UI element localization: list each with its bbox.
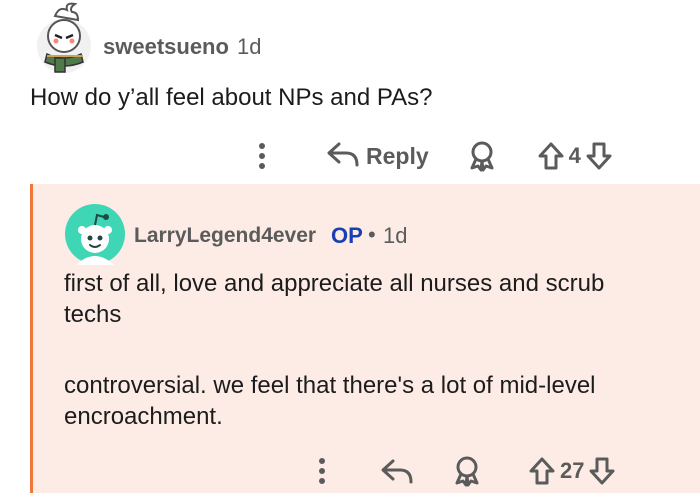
comment-body: How do y’all feel about NPs and PAs?	[30, 84, 433, 111]
comment-username[interactable]: sweetsueno	[103, 34, 229, 60]
reply-username[interactable]: LarryLegend4ever	[134, 224, 316, 248]
more-icon[interactable]	[310, 457, 334, 485]
upvote-icon[interactable]	[537, 141, 565, 171]
upvote-icon[interactable]	[528, 456, 556, 486]
reply-button[interactable]: Reply	[326, 141, 429, 172]
comment-age: 1d	[237, 34, 262, 59]
vote-count: 4	[568, 143, 581, 168]
downvote-icon[interactable]	[588, 456, 616, 486]
op-badge: OP	[331, 223, 363, 248]
reply-paragraph: controversial. we feel that there's a lo…	[64, 372, 596, 430]
reply-label: Reply	[366, 142, 429, 169]
reply-actions: 27	[310, 452, 616, 490]
parent-comment: sweetsueno 1d How do y’all feel about NP…	[0, 0, 700, 183]
reply-avatar[interactable]	[64, 203, 126, 265]
award-icon[interactable]	[467, 140, 497, 172]
reply-age: 1d	[383, 223, 408, 248]
reply-icon	[326, 141, 360, 172]
reply-thread	[30, 184, 700, 493]
user-avatar[interactable]	[33, 2, 95, 74]
separator-dot: •	[368, 222, 376, 247]
more-icon[interactable]	[250, 142, 274, 170]
reply-icon[interactable]	[380, 458, 414, 484]
comment-actions: Reply 4	[250, 138, 613, 174]
vote-count: 27	[560, 458, 585, 483]
downvote-icon[interactable]	[585, 141, 613, 171]
reply-paragraph: first of all, love and appreciate all nu…	[64, 270, 605, 328]
award-icon[interactable]	[452, 455, 482, 487]
